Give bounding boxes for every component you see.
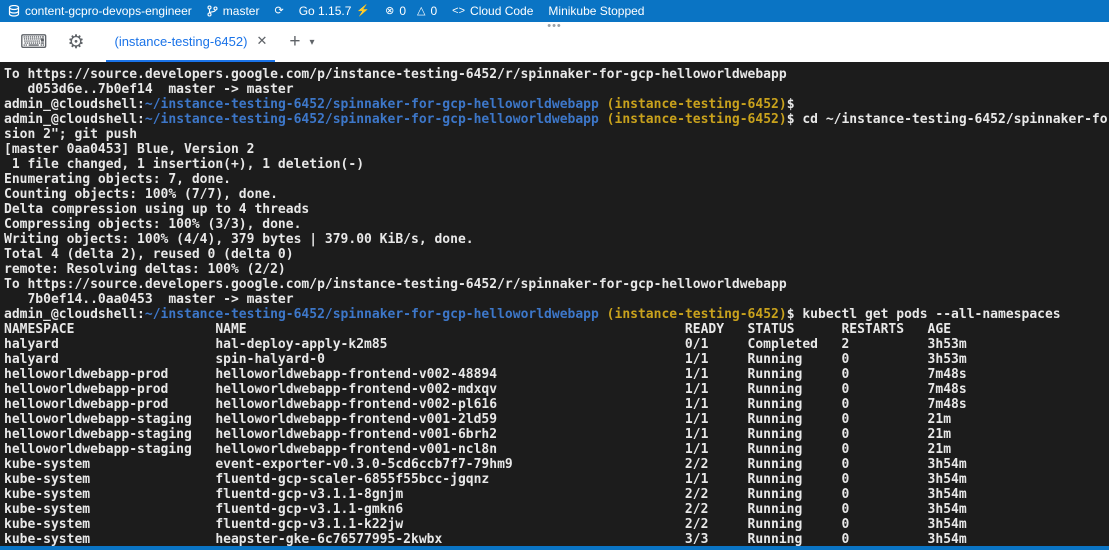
branch-label: master: [223, 4, 260, 18]
new-terminal-tab-button[interactable]: +: [289, 22, 300, 62]
cloud-code-button[interactable]: <> Cloud Code: [452, 0, 533, 22]
terminal-line: helloworldwebapp-staging helloworldwebap…: [4, 412, 1109, 427]
lightning-icon: ⚡: [356, 6, 370, 17]
terminal-line: kube-system fluentd-gcp-v3.1.1-gmkn6 2/2…: [4, 502, 1109, 517]
terminal-line: sion 2"; git push: [4, 127, 1109, 142]
top-status-bar: content-gcpro-devops-engineer master ⟳ G…: [0, 0, 1109, 22]
terminal-line: helloworldwebapp-staging helloworldwebap…: [4, 442, 1109, 457]
minikube-label: Minikube Stopped: [548, 4, 644, 18]
refresh-icon: ⟳: [274, 6, 283, 17]
terminal-line: d053d6e..7b0ef14 master -> master: [4, 82, 1109, 97]
terminal-tab[interactable]: (instance-testing-6452) ✕: [106, 22, 275, 62]
terminal-line: kube-system event-exporter-v0.3.0-5cd6cc…: [4, 457, 1109, 472]
terminal-line: Total 4 (delta 2), reused 0 (delta 0): [4, 247, 1109, 262]
terminal-line: NAMESPACE NAME READY STATUS RESTARTS AGE: [4, 322, 1109, 337]
terminal-line: helloworldwebapp-staging helloworldwebap…: [4, 427, 1109, 442]
terminal-line: Delta compression using up to 4 threads: [4, 202, 1109, 217]
terminal-line: halyard hal-deploy-apply-k2m85 0/1 Compl…: [4, 337, 1109, 352]
project-indicator[interactable]: content-gcpro-devops-engineer: [8, 0, 192, 22]
cloud-code-label: Cloud Code: [470, 4, 533, 18]
sync-button[interactable]: ⟳: [274, 0, 283, 22]
minikube-status[interactable]: Minikube Stopped: [548, 0, 644, 22]
terminal-line: To https://source.developers.google.com/…: [4, 67, 1109, 82]
error-count: 0: [399, 4, 406, 18]
terminal-options-chevron-down-icon[interactable]: ▾: [309, 22, 314, 62]
tab-close-icon[interactable]: ✕: [256, 33, 267, 49]
terminal-line: To https://source.developers.google.com/…: [4, 277, 1109, 292]
terminal-tab-bar: ••• ⌨ ⚙ (instance-testing-6452) ✕ + ▾: [0, 22, 1109, 62]
terminal-line: Counting objects: 100% (7/7), done.: [4, 187, 1109, 202]
project-label: content-gcpro-devops-engineer: [25, 4, 192, 18]
terminal-output[interactable]: To https://source.developers.google.com/…: [0, 62, 1109, 550]
error-icon: ⊗: [385, 6, 394, 17]
terminal-line: [master 0aa0453] Blue, Version 2: [4, 142, 1109, 157]
terminal-line: Compressing objects: 100% (3/3), done.: [4, 217, 1109, 232]
terminal-line: kube-system fluentd-gcp-scaler-6855f55bc…: [4, 472, 1109, 487]
terminal-line: Writing objects: 100% (4/4), 379 bytes |…: [4, 232, 1109, 247]
terminal-settings-gear-icon[interactable]: ⚙: [67, 22, 84, 62]
keyboard-icon[interactable]: ⌨: [20, 22, 47, 62]
go-version-label: Go 1.15.7: [299, 4, 352, 18]
terminal-line: admin_@cloudshell:~/instance-testing-645…: [4, 97, 1109, 112]
terminal-line: admin_@cloudshell:~/instance-testing-645…: [4, 307, 1109, 322]
terminal-line: 1 file changed, 1 insertion(+), 1 deleti…: [4, 157, 1109, 172]
terminal-line: kube-system fluentd-gcp-v3.1.1-8gnjm 2/2…: [4, 487, 1109, 502]
terminal-line: remote: Resolving deltas: 100% (2/2): [4, 262, 1109, 277]
terminal-line: kube-system heapster-gke-6c76577995-2kwb…: [4, 532, 1109, 547]
terminal-line: helloworldwebapp-prod helloworldwebapp-f…: [4, 397, 1109, 412]
problems-indicator[interactable]: ⊗ 0 △ 0: [385, 0, 437, 22]
git-branch-indicator[interactable]: master: [207, 0, 260, 22]
terminal-line: Enumerating objects: 7, done.: [4, 172, 1109, 187]
git-branch-icon: [207, 5, 218, 17]
warning-count: 0: [430, 4, 437, 18]
cloud-shell-project-icon: [8, 5, 20, 17]
terminal-tab-label: (instance-testing-6452): [114, 34, 247, 49]
terminal-line: 7b0ef14..0aa0453 master -> master: [4, 292, 1109, 307]
terminal-line: halyard spin-halyard-0 1/1 Running 0 3h5…: [4, 352, 1109, 367]
bottom-window-edge: [0, 546, 1109, 550]
terminal-line: helloworldwebapp-prod helloworldwebapp-f…: [4, 382, 1109, 397]
panel-drag-handle[interactable]: •••: [547, 20, 562, 32]
code-brackets-icon: <>: [452, 6, 465, 17]
terminal-line: kube-system fluentd-gcp-v3.1.1-k22jw 2/2…: [4, 517, 1109, 532]
terminal-line: admin_@cloudshell:~/instance-testing-645…: [4, 112, 1109, 127]
terminal-line: helloworldwebapp-prod helloworldwebapp-f…: [4, 367, 1109, 382]
warning-icon: △: [417, 6, 425, 17]
go-version-indicator[interactable]: Go 1.15.7 ⚡: [299, 0, 370, 22]
